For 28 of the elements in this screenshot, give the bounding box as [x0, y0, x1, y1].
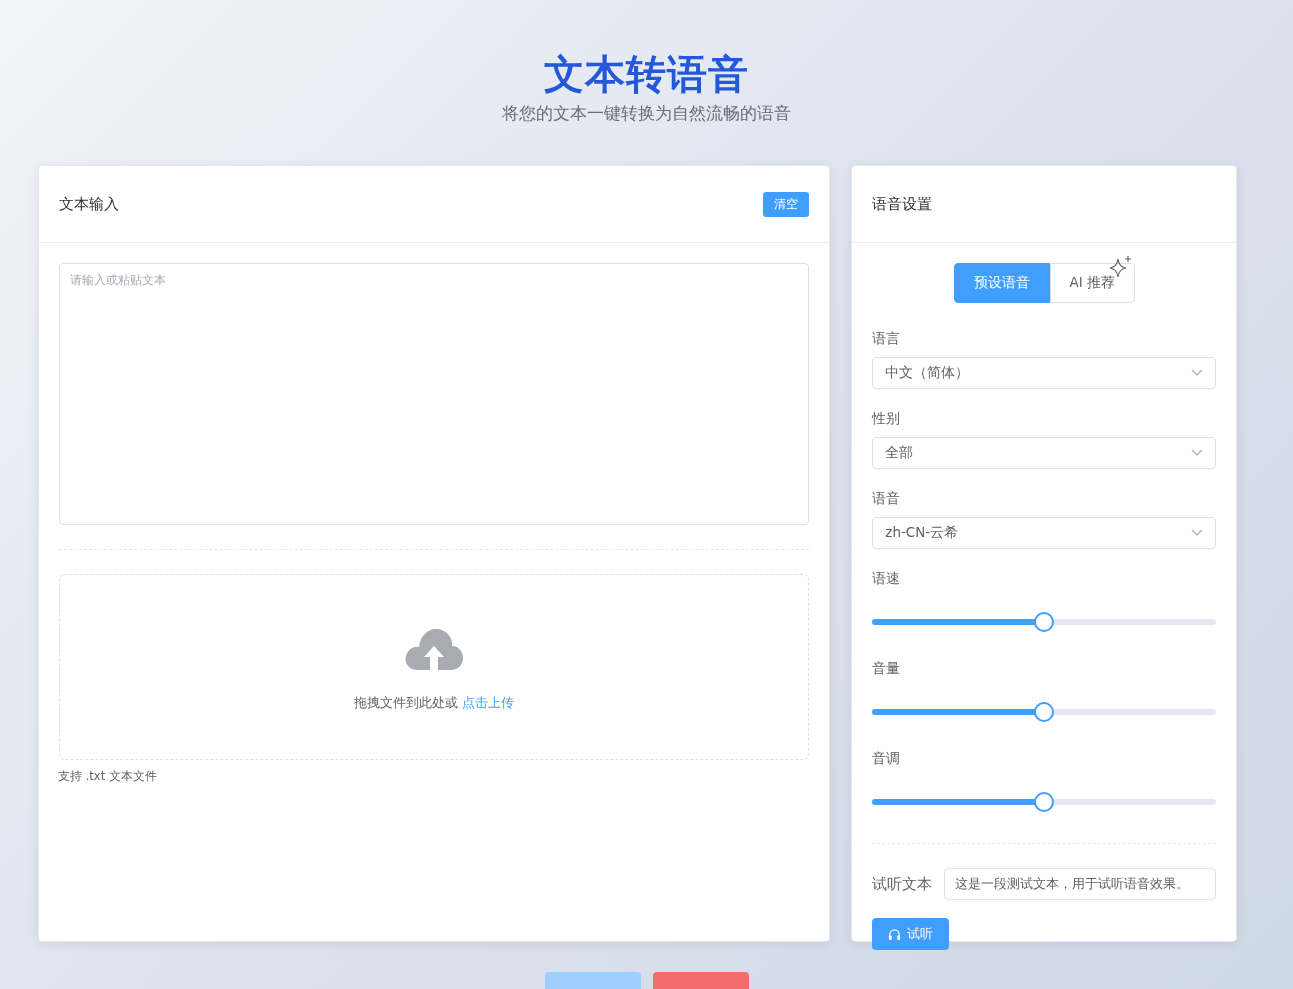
field-label: 语言: [872, 329, 902, 347]
page-title: 文本转语音: [544, 50, 749, 99]
field-label: 性别: [872, 409, 902, 427]
field-label: 语音: [872, 489, 902, 507]
select-field[interactable]: zh-CN-云希: [872, 517, 1216, 549]
field-label: 音调: [872, 749, 902, 767]
voice-tab[interactable]: AI 推荐: [1049, 263, 1135, 303]
field-label: 音量: [872, 659, 902, 677]
chevron-down-icon: [1191, 529, 1203, 537]
preview-text-field[interactable]: 这是一段测试文本，用于试听语音效果。: [944, 868, 1216, 900]
preview-label: 试听文本: [872, 874, 933, 894]
page-subtitle: 将您的文本一键转换为自然流畅的语音: [502, 102, 791, 125]
upload-prompt: 拖拽文件到此处或 点击上传: [354, 694, 515, 712]
slider-handle[interactable]: [1034, 792, 1055, 812]
card-title: 语音设置: [872, 194, 933, 214]
cloud-upload-icon: [404, 626, 465, 672]
chevron-down-icon: [1191, 369, 1203, 377]
file-type-hint: 支持 .txt 文本文件: [58, 769, 158, 784]
text-input-field[interactable]: 请输入或粘贴文本: [59, 263, 810, 525]
field-label: 语速: [872, 569, 902, 587]
select-field[interactable]: 中文（简体）: [872, 357, 1216, 389]
upload-area[interactable]: 拖拽文件到此处或 点击上传: [59, 574, 810, 760]
select-field[interactable]: 全部: [872, 437, 1216, 469]
chevron-down-icon: [1191, 449, 1203, 457]
card-title: 文本输入: [59, 194, 119, 214]
slider-handle[interactable]: [1034, 612, 1055, 632]
slider-handle[interactable]: [1034, 702, 1055, 722]
headphones-icon: [888, 927, 902, 941]
